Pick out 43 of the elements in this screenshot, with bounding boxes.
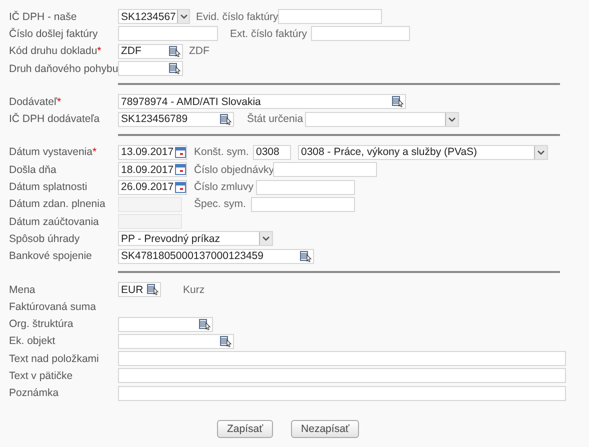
date-field[interactable]: 13.09.2017	[118, 144, 187, 160]
field-label: Ek. objekt	[9, 335, 56, 348]
field-label: Dátum vystavenia*	[9, 146, 98, 158]
field-label: IČ DPH - naše	[9, 10, 78, 23]
dropdown[interactable]: PP - Prevodný príkaz	[118, 231, 273, 246]
field-label: Dátum zdan. plnenia	[9, 198, 106, 210]
field-label: IČ DPH dodávateľa	[9, 113, 101, 126]
lookup-field[interactable]: 78978974 - AMD/ATI Slovakia	[118, 94, 406, 110]
lookup-field[interactable]: SK4781805000137000123459	[118, 248, 314, 264]
field-label: Dátum splatnosti	[9, 181, 88, 194]
save-button[interactable]: Zapísať	[217, 420, 274, 438]
field-label: Text v pätičke	[9, 370, 74, 382]
field-label: Text nad položkami	[9, 352, 100, 365]
field-label: Mena	[9, 284, 36, 296]
dropdown[interactable]: 0308 - Práce, výkony a služby (PVaS)	[298, 144, 548, 160]
field-label: Ext. číslo faktúry	[230, 28, 308, 40]
field-label: Faktúrovaná suma	[9, 300, 97, 313]
lookup-field[interactable]: SK123456789	[118, 112, 234, 127]
field-label: Kód druhu dokladu*	[9, 45, 102, 58]
cancel-button[interactable]: Nezapísať	[291, 420, 360, 438]
dropdown[interactable]: SK1234567	[118, 9, 190, 24]
input-field[interactable]: 0308	[253, 144, 291, 160]
field-label: Druh daňového pohybu	[9, 62, 118, 75]
lookup-field[interactable]: ZDF	[118, 44, 183, 59]
value-text: ZDF	[189, 45, 210, 58]
field-label: Došla dňa	[9, 164, 58, 176]
field-label: Číslo došlej faktúry	[9, 28, 99, 40]
date-field[interactable]: 18.09.2017	[118, 162, 187, 178]
field-label: Číslo objednávky	[194, 164, 273, 176]
field-label: Konšt. sym.	[194, 146, 250, 158]
field-label: Evid. číslo faktúry	[196, 10, 278, 23]
field-label: Bankové spojenie	[9, 250, 93, 262]
field-label: Špec. sym.	[194, 198, 247, 210]
field-label: Dodávateľ*	[9, 96, 62, 108]
lookup-field[interactable]: EUR	[118, 282, 161, 297]
field-label: Poznámka	[9, 387, 60, 400]
field-label: Dátum zaúčtovania	[9, 216, 100, 228]
field-label: Štát určenia	[247, 113, 304, 126]
field-label: Číslo zmluvy	[194, 181, 255, 194]
date-field[interactable]: 26.09.2017	[118, 180, 187, 195]
field-label: Spôsob úhrady	[9, 232, 81, 245]
value-text: Kurz	[183, 284, 205, 296]
field-label: Org. štruktúra	[9, 318, 74, 330]
